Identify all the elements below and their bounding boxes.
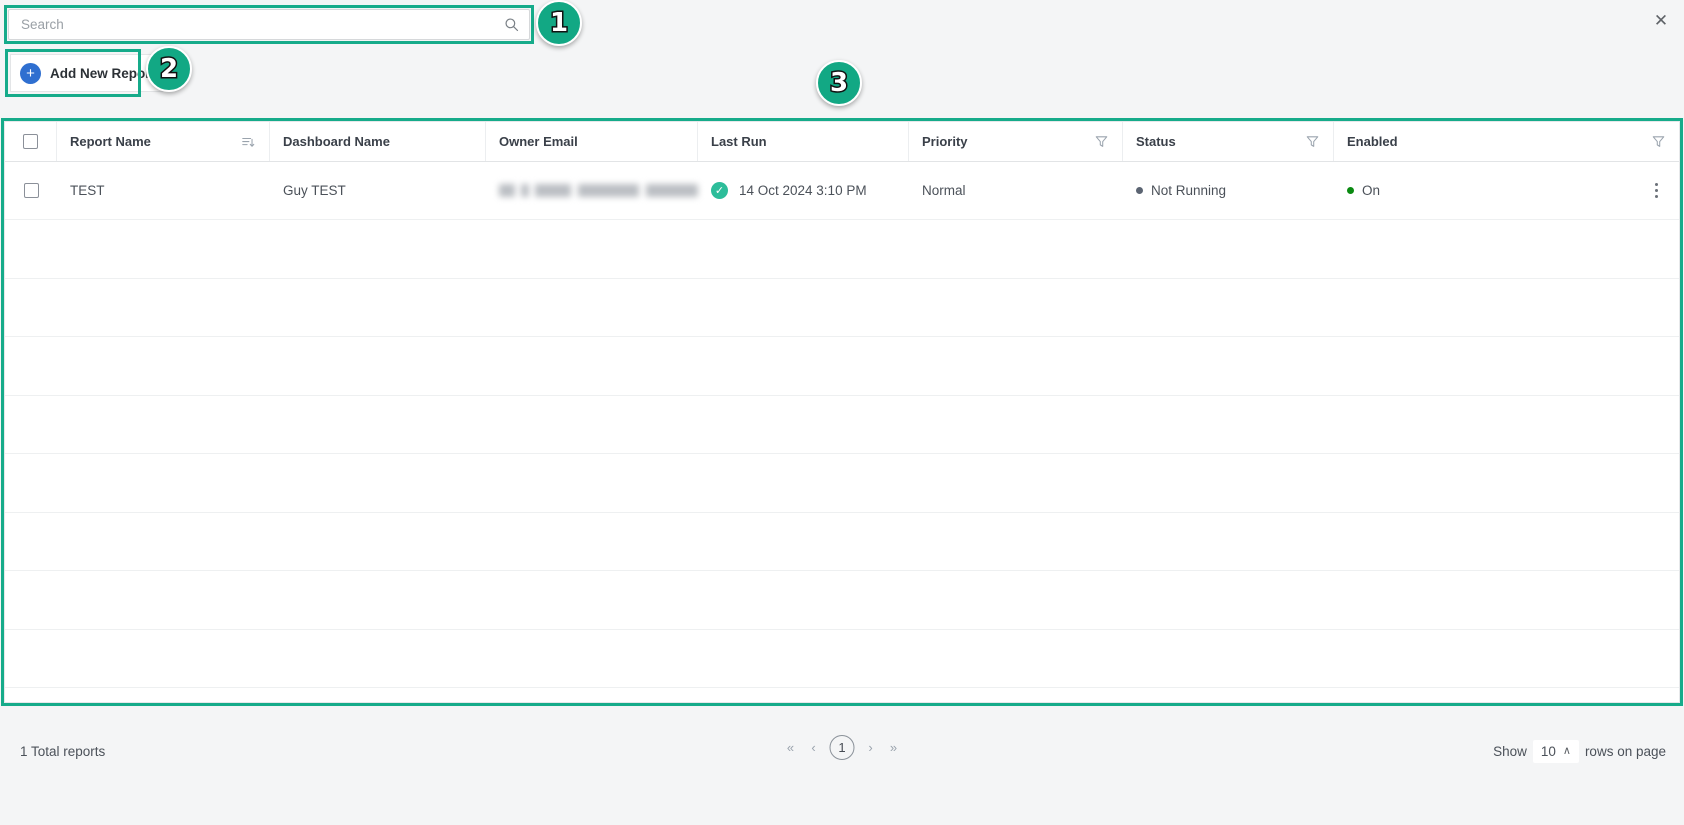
rows-per-page-control: Show 10 ∧ rows on page [1493, 740, 1666, 763]
header-enabled-label: Enabled [1347, 134, 1398, 149]
header-last-run[interactable]: Last Run [698, 122, 909, 161]
header-report-name-label: Report Name [70, 134, 151, 149]
row-select-cell[interactable] [5, 162, 57, 219]
enabled-value: On [1362, 183, 1381, 198]
rows-per-page-select[interactable]: 10 ∧ [1532, 740, 1579, 763]
rows-per-page-suffix: rows on page [1584, 744, 1666, 759]
header-status[interactable]: Status [1123, 122, 1334, 161]
owner-email-redacted [499, 184, 698, 197]
total-reports-label: 1 Total reports [20, 744, 106, 759]
callout-badge-2: 2 [146, 46, 192, 92]
callout-badge-1: 1 [536, 0, 582, 46]
table-row-empty [5, 220, 1679, 279]
cell-report-name: TEST [70, 183, 105, 198]
cell-status: Not Running [1123, 162, 1334, 219]
row-checkbox[interactable] [23, 183, 39, 198]
enabled-dot [1347, 187, 1354, 194]
table-footer: 1 Total reports « ‹ 1 › » Show 10 ∧ rows… [0, 712, 1684, 825]
table-row[interactable]: TEST Guy TEST ✓ 14 Oct 2024 3:10 PM Norm… [5, 162, 1679, 220]
header-owner-email[interactable]: Owner Email [486, 122, 698, 161]
last-run-value: 14 Oct 2024 3:10 PM [739, 183, 867, 198]
status-dot [1136, 187, 1143, 194]
rows-per-page-prefix: Show [1493, 744, 1527, 759]
status-value: Not Running [1151, 183, 1227, 198]
header-priority[interactable]: Priority [909, 122, 1123, 161]
header-enabled[interactable]: Enabled [1334, 122, 1679, 161]
callout-badge-3: 3 [816, 60, 862, 106]
select-all-checkbox[interactable] [23, 134, 38, 149]
header-dashboard-name[interactable]: Dashboard Name [270, 122, 486, 161]
table-row-empty [5, 513, 1679, 571]
reports-page: ✕ + Add New Reports Report Name [0, 0, 1684, 825]
header-report-name[interactable]: Report Name [57, 122, 270, 161]
search-icon[interactable] [503, 17, 519, 33]
search-box[interactable] [8, 9, 530, 40]
close-icon[interactable]: ✕ [1648, 7, 1674, 33]
cell-enabled: On [1334, 162, 1679, 219]
search-input[interactable] [21, 17, 503, 32]
cell-priority: Normal [922, 183, 966, 198]
pagination-first-button[interactable]: « [784, 740, 798, 755]
pagination-page-1[interactable]: 1 [829, 735, 855, 760]
cell-dashboard-name: Guy TEST [283, 183, 346, 198]
filter-icon[interactable] [1645, 134, 1671, 149]
reports-table: Report Name Dashboard Name Owner Email L… [4, 121, 1680, 703]
header-owner-email-label: Owner Email [499, 134, 578, 149]
sort-icon[interactable] [235, 135, 261, 149]
pagination-next-button[interactable]: › [864, 740, 878, 755]
table-row-empty [5, 630, 1679, 688]
table-row-empty [5, 688, 1679, 702]
filter-icon[interactable] [1088, 134, 1114, 149]
cell-owner-email [486, 162, 698, 219]
header-last-run-label: Last Run [711, 134, 767, 149]
header-status-label: Status [1136, 134, 1176, 149]
table-row-empty [5, 279, 1679, 337]
pagination-prev-button[interactable]: ‹ [807, 740, 821, 755]
header-priority-label: Priority [922, 134, 968, 149]
table-row-empty [5, 337, 1679, 396]
header-select-all[interactable] [5, 122, 57, 161]
kebab-menu-icon[interactable] [1647, 181, 1665, 201]
pagination-last-button[interactable]: » [887, 740, 901, 755]
filter-icon[interactable] [1299, 134, 1325, 149]
table-header-row: Report Name Dashboard Name Owner Email L… [5, 122, 1679, 162]
table-row-empty [5, 454, 1679, 513]
table-row-empty [5, 396, 1679, 454]
empty-rows-container [5, 220, 1679, 702]
plus-icon: + [20, 62, 41, 84]
header-dashboard-name-label: Dashboard Name [283, 134, 390, 149]
check-circle-icon: ✓ [711, 182, 728, 199]
pagination: « ‹ 1 › » [784, 735, 901, 760]
table-row-empty [5, 571, 1679, 630]
rows-per-page-value: 10 [1540, 744, 1556, 759]
chevron-up-icon: ∧ [1562, 745, 1571, 757]
cell-last-run: ✓ 14 Oct 2024 3:10 PM [698, 162, 909, 219]
